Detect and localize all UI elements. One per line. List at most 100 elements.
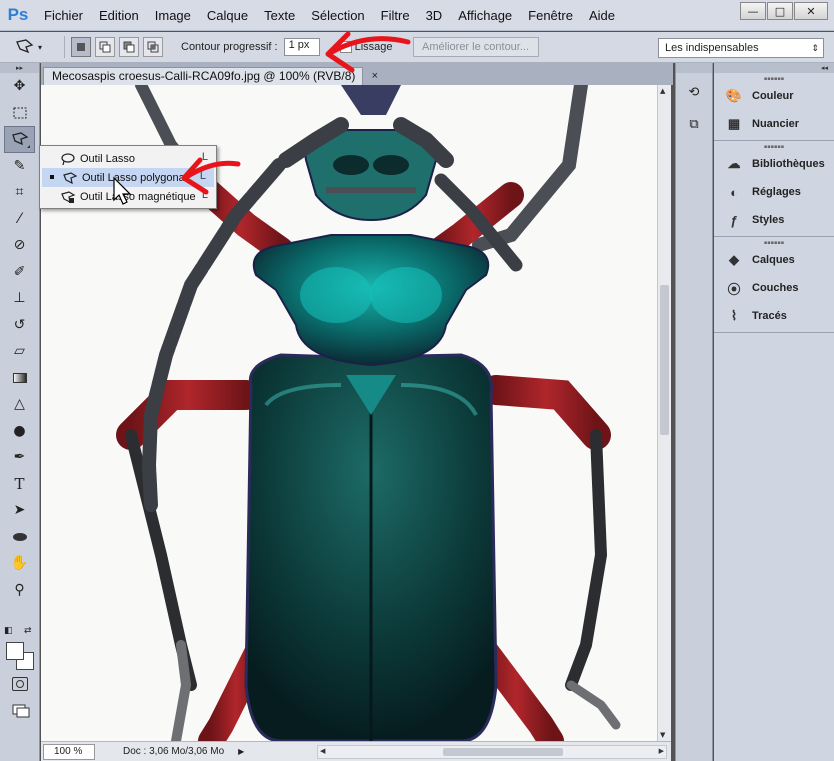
screen-mode-button[interactable] [12,704,30,718]
panel-label: Tracés [752,310,787,322]
panel-reglages[interactable]: ◐ Réglages [714,178,834,206]
swap-colors-icon[interactable]: ⇄ [24,626,32,636]
zoom-input[interactable]: 100 % [43,743,95,760]
menu-affichage[interactable]: Affichage [450,0,520,31]
subtract-selection-button[interactable] [119,37,139,57]
tools-panel: ▸▸ ✥ ✎ ⌗ ⁄ ⊘ ✐ ⊥ ↺ ▱ △ ● ✒ T ➤ ✋ ⚲ ◧ ⇄ [0,63,40,761]
scrollbar-thumb[interactable] [443,748,563,756]
zoom-tool[interactable]: ⚲ [0,577,39,604]
shape-tool[interactable] [0,524,39,551]
blur-tool[interactable]: △ [0,391,39,418]
add-selection-icon [99,41,111,53]
eyedropper-tool[interactable]: ⁄ [0,206,39,233]
refine-edge-button[interactable]: Améliorer le contour... [412,37,539,57]
horizontal-scrollbar[interactable]: ◀ ▶ [317,745,667,759]
panel-couleur[interactable]: 🎨 Couleur [714,82,834,110]
eraser-tool[interactable]: ▱ [0,338,39,365]
hand-tool[interactable]: ✋ [0,550,39,577]
close-tab-icon[interactable]: × [372,68,378,85]
quick-mask-button[interactable] [12,677,28,691]
scroll-down-icon[interactable]: ▼ [660,731,665,739]
path-select-tool[interactable]: ➤ [0,497,39,524]
foreground-color[interactable] [6,642,24,660]
pen-tool[interactable]: ✒ [0,444,39,471]
panel-group-layers: ▪▪▪▪▪▪ ◆ Calques ⦿ Couches ⌇ Tracés [714,237,834,333]
menu-selection[interactable]: Sélection [303,0,372,31]
panel-icon-strip: ⟲ ⧉ [675,63,713,761]
menu-image[interactable]: Image [147,0,199,31]
panel-group-libraries: ▪▪▪▪▪▪ ☁ Bibliothèques ◐ Réglages ƒ Styles [714,141,834,237]
dodge-tool[interactable]: ● [0,418,39,445]
panel-traces[interactable]: ⌇ Tracés [714,302,834,330]
scrollbar-thumb[interactable] [660,285,669,435]
flyout-polygonal-lasso[interactable]: Outil Lasso polygonal L [42,168,214,187]
status-menu-arrow-icon[interactable]: ▶ [238,747,244,756]
maximize-button[interactable]: □ [767,2,793,20]
panel-calques[interactable]: ◆ Calques [714,246,834,274]
menu-calque[interactable]: Calque [199,0,256,31]
menu-texte[interactable]: Texte [256,0,303,31]
vertical-scrollbar[interactable]: ▲ ▼ [657,85,671,741]
menu-3d[interactable]: 3D [418,0,451,31]
healing-icon: ⊘ [13,237,26,254]
selected-bullet-icon [50,175,54,179]
scroll-left-icon[interactable]: ◀ [320,747,325,755]
new-selection-button[interactable] [71,37,91,57]
strip-header[interactable] [676,63,712,73]
paths-icon: ⌇ [730,308,738,323]
pen-icon: ✒ [13,449,26,466]
tools-panel-header[interactable]: ▸▸ [0,63,39,73]
scroll-up-icon[interactable]: ▲ [660,87,665,95]
workspace-select[interactable]: Les indispensables ⇕ [658,38,824,58]
marquee-tool[interactable] [0,100,39,127]
eyedropper-icon: ⁄ [18,210,21,227]
panel-nuancier[interactable]: ▦ Nuancier [714,110,834,138]
menu-aide[interactable]: Aide [581,0,623,31]
history-panel-button[interactable]: ⟲ [681,79,707,105]
history-brush-tool[interactable]: ↺ [0,312,39,339]
color-swatches[interactable]: ◧ ⇄ [4,626,36,672]
flyout-magnetic-lasso[interactable]: Outil Lasso magnétique L [40,187,216,206]
properties-panel-button[interactable]: ⧉ [681,111,707,137]
document-tab[interactable]: Mecosaspis croesus-Calli-RCA09fo.jpg @ 1… [43,67,378,85]
tool-preset-picker[interactable]: ▾ [14,35,58,59]
gradient-icon [12,372,27,383]
crop-tool[interactable]: ⌗ [0,179,39,206]
updown-arrow-icon: ⇕ [811,43,819,53]
move-tool[interactable]: ✥ [0,73,39,100]
panel-couches[interactable]: ⦿ Couches [714,274,834,302]
menu-bar: Ps Fichier Edition Image Calque Texte Sé… [0,0,834,31]
panel-bibliotheques[interactable]: ☁ Bibliothèques [714,150,834,178]
panel-label: Styles [752,214,785,226]
add-selection-button[interactable] [95,37,115,57]
panels-header[interactable]: ◂◂ [714,63,834,73]
menu-edition[interactable]: Edition [91,0,147,31]
flyout-lasso[interactable]: Outil Lasso L [40,149,216,168]
subtract-selection-icon [123,41,135,53]
healing-tool[interactable]: ⊘ [0,232,39,259]
panel-label: Bibliothèques [752,158,825,170]
minimize-button[interactable]: — [740,2,766,20]
flyout-item-label: Outil Lasso magnétique [80,190,196,203]
blur-icon: △ [14,396,25,413]
scroll-right-icon[interactable]: ▶ [659,747,664,755]
type-tool[interactable]: T [0,471,39,498]
brush-tool[interactable]: ✐ [0,259,39,286]
menu-filtre[interactable]: Filtre [373,0,418,31]
quick-select-tool[interactable]: ✎ [0,153,39,180]
intersect-selection-button[interactable] [143,37,163,57]
default-colors-icon[interactable]: ◧ [4,626,13,636]
chevron-down-icon: ▾ [38,42,43,52]
panel-styles[interactable]: ƒ Styles [714,206,834,234]
flyout-item-label: Outil Lasso [80,152,136,165]
feather-input[interactable]: 1 px [283,38,320,56]
new-selection-icon [77,43,85,51]
close-button[interactable]: ✕ [794,2,828,20]
gradient-tool[interactable] [0,365,39,392]
menu-fenetre[interactable]: Fenêtre [520,0,581,31]
stamp-tool[interactable]: ⊥ [0,285,39,312]
panel-label: Réglages [752,186,801,198]
menu-fichier[interactable]: Fichier [36,0,91,31]
lasso-tool[interactable] [4,126,35,153]
antialias-checkbox[interactable]: Lissage [339,41,393,53]
